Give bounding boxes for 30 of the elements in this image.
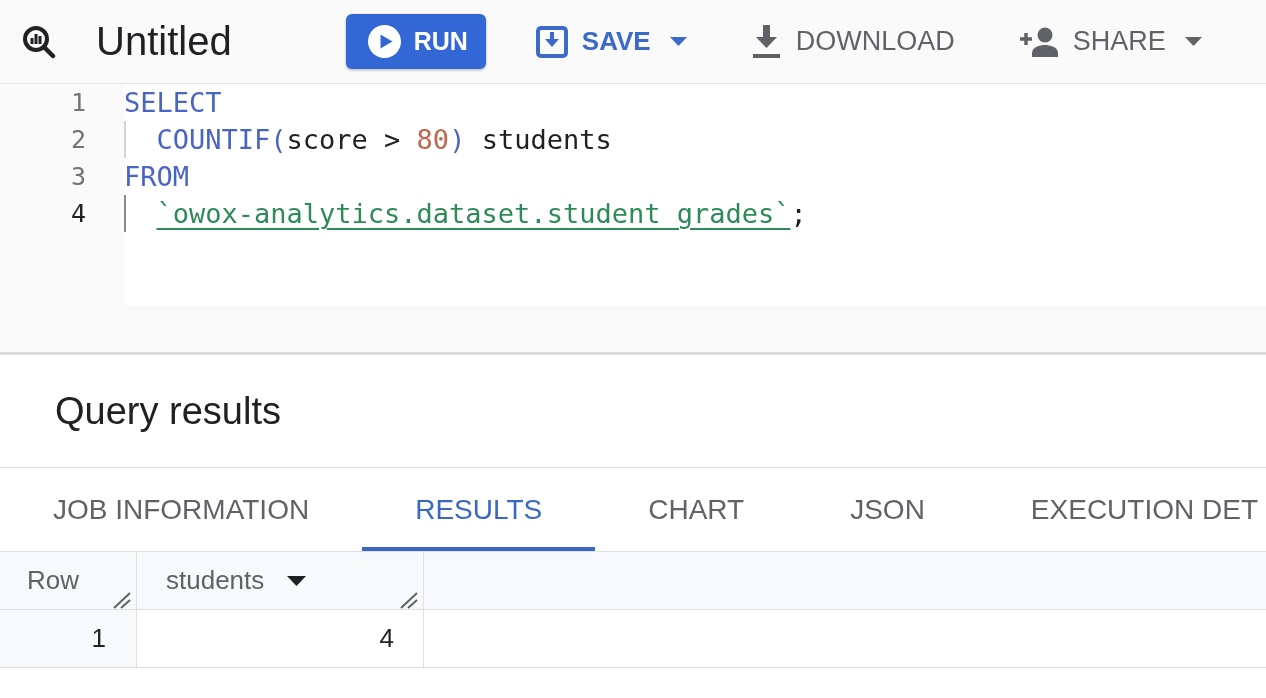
column-header[interactable]: students [166,565,265,596]
code-line: COUNTIF(score > 80) students [156,123,612,157]
tab[interactable]: CHART [595,468,798,551]
query-title: Untitled [96,19,232,64]
code-input-area[interactable]: SELECT COUNTIF(score > 80) students FROM `owox-analytics.dataset.student_grades`; [124,84,1266,305]
line-number: 2 [69,124,86,156]
code-line: SELECT [124,86,222,120]
table-cell: 4 [137,610,424,667]
share-button[interactable]: SHARE [1004,14,1216,69]
tab[interactable]: EXECUTION DET [977,468,1262,551]
save-button[interactable]: SAVE [521,14,701,69]
row-number-cell: 1 [0,610,137,667]
run-button[interactable]: RUN [345,14,486,69]
line-number: 3 [69,161,86,193]
code-line: FROM [124,160,190,194]
column-header[interactable]: Row [27,565,79,596]
add-person-icon [1018,26,1059,57]
download-icon [750,25,782,58]
line-number: 4 [69,198,86,230]
magnifier-chart-icon [22,24,56,59]
code-line: `owox-analytics.dataset.student_grades`; [156,197,807,231]
line-number: 1 [69,87,86,119]
caret-icon[interactable] [287,575,307,586]
resize-handle-icon[interactable] [112,592,132,609]
play-icon [367,25,401,58]
section-title: Query results [55,389,281,433]
resize-handle-icon[interactable] [399,592,419,609]
tab[interactable]: JSON [797,468,978,551]
tab[interactable]: JOB INFORMATION [0,468,363,551]
download-button[interactable]: DOWNLOAD [736,14,969,69]
